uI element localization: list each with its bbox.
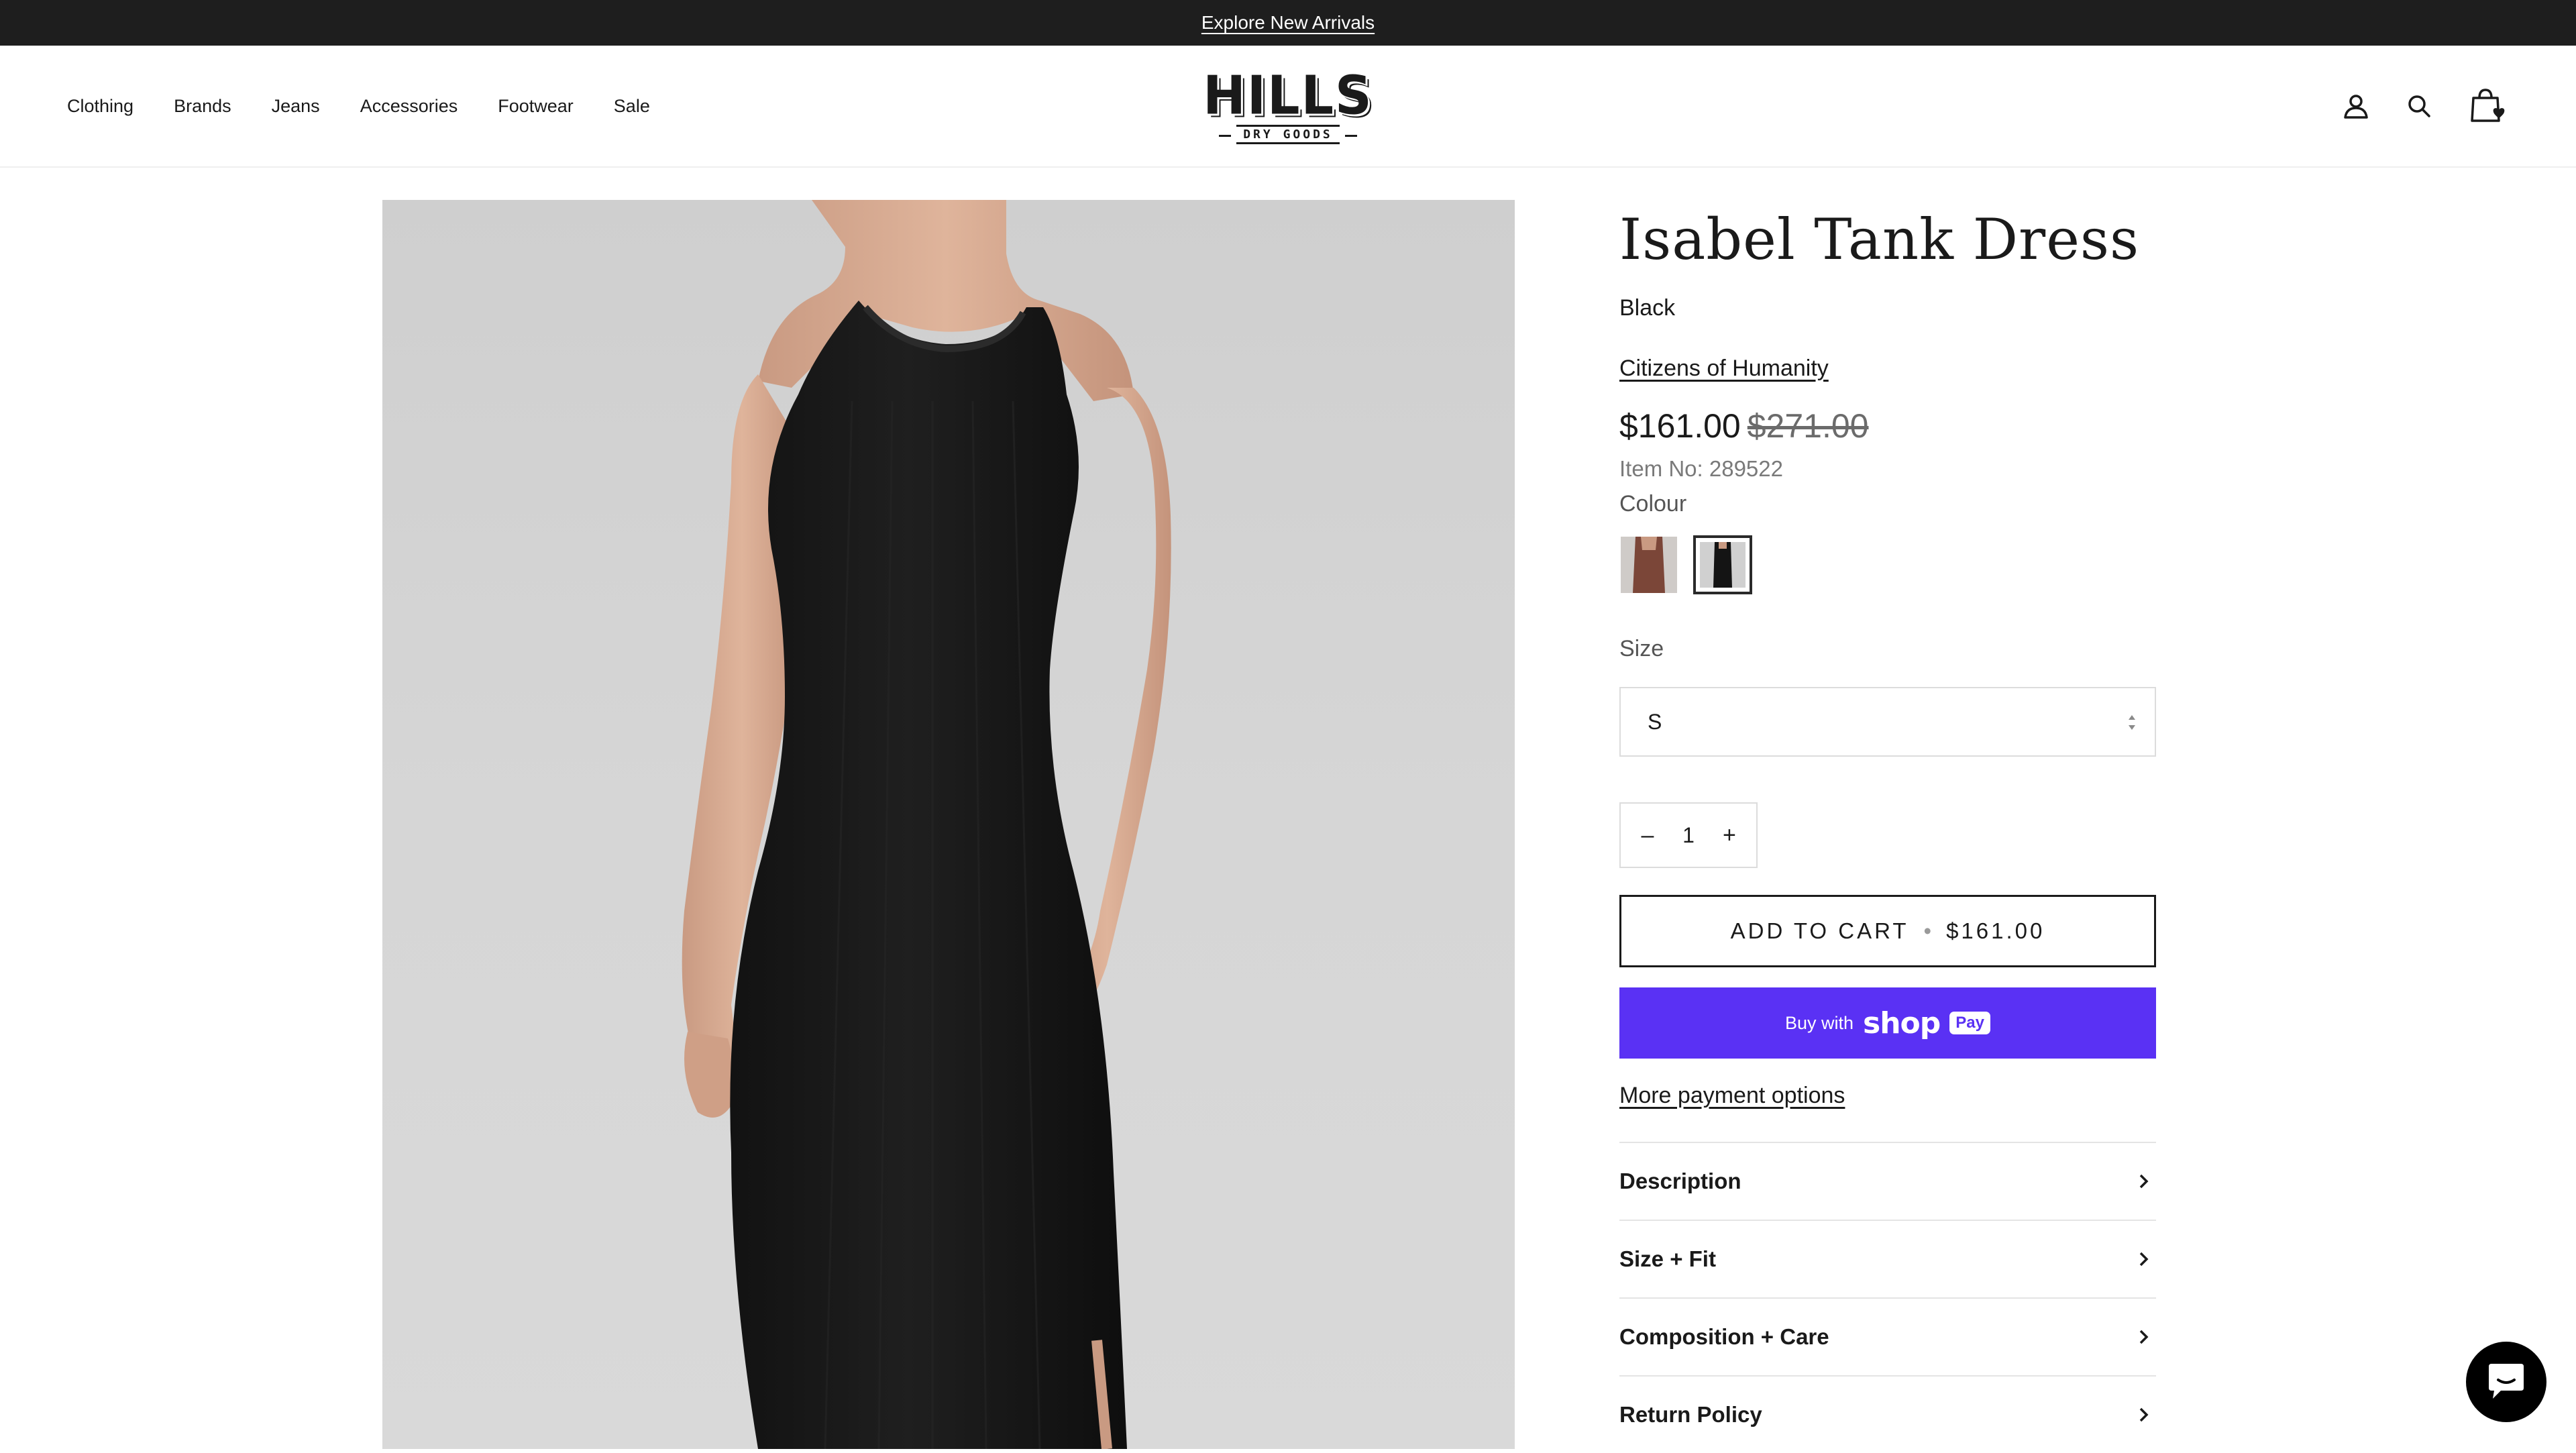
- announcement-link[interactable]: Explore New Arrivals: [1201, 12, 1375, 34]
- more-payment-options-link[interactable]: More payment options: [1619, 1083, 1845, 1109]
- size-select-value: S: [1648, 709, 1662, 734]
- shop-pay-buy-with: Buy with: [1785, 1012, 1854, 1033]
- product-accordion: Description Size + Fit Composition + Car…: [1619, 1142, 2156, 1453]
- logo-subtitle: DRY GOODS: [1219, 125, 1357, 144]
- add-to-cart-label: ADD TO CART: [1730, 918, 1909, 943]
- brand-link[interactable]: Citizens of Humanity: [1619, 356, 1829, 382]
- size-select[interactable]: S: [1619, 687, 2156, 757]
- colour-label: Colour: [1619, 491, 1687, 517]
- quantity-increase-button[interactable]: +: [1716, 822, 1743, 849]
- site-logo[interactable]: HILLS DRY GOODS: [1203, 68, 1372, 144]
- nav-item-brands[interactable]: Brands: [174, 96, 231, 117]
- price-row: $161.00 $271.00: [1619, 407, 1869, 445]
- swatch-brown[interactable]: [1619, 535, 1678, 594]
- add-to-cart-separator: •: [1923, 918, 1932, 943]
- quantity-value[interactable]: 1: [1682, 823, 1695, 848]
- quantity-decrease-button[interactable]: –: [1634, 822, 1661, 849]
- accordion-composition-care[interactable]: Composition + Care: [1619, 1297, 2156, 1375]
- nav-item-jeans[interactable]: Jeans: [272, 96, 320, 117]
- shop-pay-logo: shop: [1863, 1006, 1941, 1040]
- selected-color-name: Black: [1619, 295, 1676, 321]
- accordion-return-policy[interactable]: Return Policy: [1619, 1375, 2156, 1453]
- cart-icon[interactable]: [2466, 46, 2510, 166]
- main-nav: Clothing Brands Jeans Accessories Footwe…: [67, 46, 690, 166]
- product-image[interactable]: [382, 200, 1515, 1449]
- accordion-description[interactable]: Description: [1619, 1142, 2156, 1220]
- announcement-bar: Explore New Arrivals: [0, 0, 2576, 46]
- accordion-size-fit[interactable]: Size + Fit: [1619, 1220, 2156, 1297]
- swatch-brown-image: [1621, 537, 1677, 593]
- accordion-size-fit-label: Size + Fit: [1619, 1246, 1716, 1271]
- chat-bubble-icon: [2489, 1364, 2524, 1399]
- nav-item-footwear[interactable]: Footwear: [498, 96, 574, 117]
- chevron-right-icon: [2139, 1407, 2149, 1422]
- add-to-cart-button[interactable]: ADD TO CART • $161.00: [1619, 895, 2156, 967]
- chevron-right-icon: [2139, 1252, 2149, 1267]
- compare-price: $271.00: [1747, 407, 1869, 445]
- chevron-right-icon: [2139, 1330, 2149, 1344]
- swatch-black-image: [1700, 542, 1746, 588]
- item-number: Item No: 289522: [1619, 456, 1783, 481]
- accordion-composition-care-label: Composition + Care: [1619, 1324, 1829, 1349]
- nav-item-clothing[interactable]: Clothing: [67, 96, 133, 117]
- quantity-stepper: – 1 +: [1619, 802, 1758, 868]
- search-icon[interactable]: [2402, 46, 2436, 166]
- nav-item-sale[interactable]: Sale: [614, 96, 650, 117]
- account-icon[interactable]: [2339, 46, 2373, 166]
- accordion-return-policy-label: Return Policy: [1619, 1402, 1762, 1427]
- shop-pay-badge: Pay: [1949, 1012, 1990, 1034]
- product-title: Isabel Tank Dress: [1619, 207, 2140, 272]
- site-header: Clothing Brands Jeans Accessories Footwe…: [0, 46, 2576, 168]
- nav-item-accessories[interactable]: Accessories: [360, 96, 458, 117]
- sale-price: $161.00: [1619, 407, 1741, 445]
- chevron-right-icon: [2139, 1174, 2149, 1189]
- swatch-black[interactable]: [1693, 535, 1752, 594]
- select-arrows-icon: [2129, 715, 2135, 730]
- accordion-description-label: Description: [1619, 1169, 1741, 1193]
- size-label: Size: [1619, 636, 1664, 661]
- shop-pay-button[interactable]: Buy with shop Pay: [1619, 987, 2156, 1059]
- add-to-cart-price: $161.00: [1946, 918, 2045, 943]
- dress-photo: [682, 200, 1171, 1449]
- chat-button[interactable]: [2466, 1342, 2546, 1422]
- logo-wordmark: HILLS: [1203, 63, 1373, 127]
